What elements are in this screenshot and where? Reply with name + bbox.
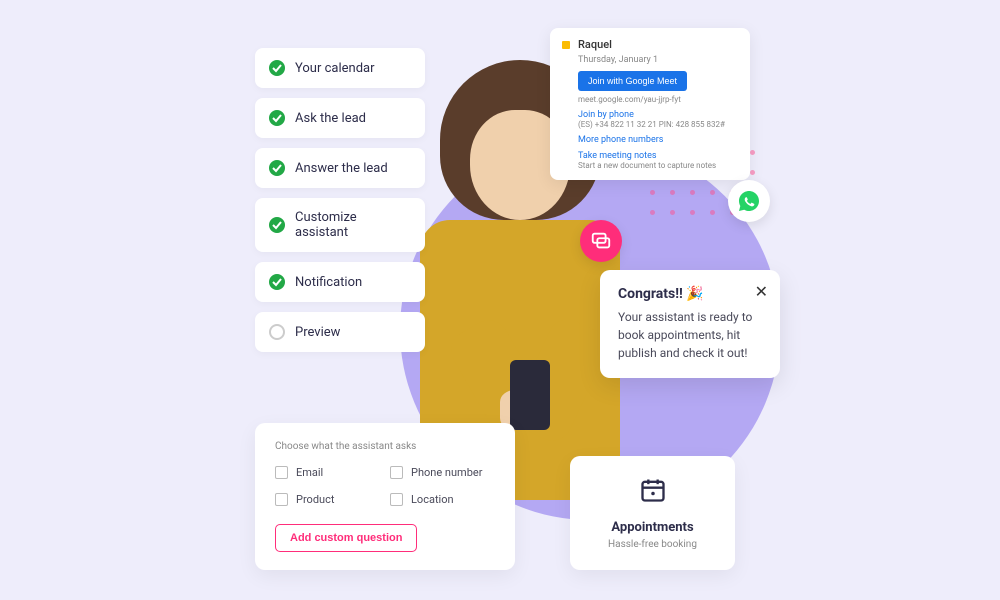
event-name: Raquel xyxy=(578,38,612,51)
congrats-card: ✕ Congrats!! 🎉 Your assistant is ready t… xyxy=(600,270,780,378)
chat-icon xyxy=(590,230,612,252)
check-icon xyxy=(269,217,285,233)
checkbox-icon xyxy=(275,466,288,479)
check-icon xyxy=(269,274,285,290)
checkbox-icon xyxy=(275,493,288,506)
form-title: Choose what the assistant asks xyxy=(275,441,495,452)
checkbox-location[interactable]: Location xyxy=(390,493,495,506)
checklist-item-calendar[interactable]: Your calendar xyxy=(255,48,425,88)
checkbox-phone[interactable]: Phone number xyxy=(390,466,495,479)
checklist-item-preview[interactable]: Preview xyxy=(255,312,425,352)
check-icon-empty xyxy=(269,324,285,340)
take-notes-link[interactable]: Take meeting notes xyxy=(578,151,738,161)
calendar-event-card: Raquel Thursday, January 1 Join with Goo… xyxy=(550,28,750,180)
checklist-item-answer[interactable]: Answer the lead xyxy=(255,148,425,188)
more-phones-link[interactable]: More phone numbers xyxy=(578,135,738,145)
event-date: Thursday, January 1 xyxy=(578,55,738,65)
appointments-card[interactable]: Appointments Hassle-free booking xyxy=(570,456,735,570)
checklist-label: Answer the lead xyxy=(295,161,388,176)
checkbox-icon xyxy=(390,466,403,479)
check-icon xyxy=(269,160,285,176)
calendar-color-icon xyxy=(562,41,570,49)
phone-number: (ES) +34 822 11 32 21 PIN: 428 855 832# xyxy=(578,120,738,129)
check-icon xyxy=(269,60,285,76)
check-icon xyxy=(269,110,285,126)
appointments-title: Appointments xyxy=(590,520,715,535)
appointments-subtitle: Hassle-free booking xyxy=(590,539,715,550)
checkbox-icon xyxy=(390,493,403,506)
checklist-label: Customize assistant xyxy=(295,210,411,240)
checkbox-email[interactable]: Email xyxy=(275,466,380,479)
whatsapp-icon xyxy=(737,189,761,213)
checklist-label: Preview xyxy=(295,325,340,340)
congrats-body: Your assistant is ready to book appointm… xyxy=(618,308,762,362)
congrats-title: Congrats!! 🎉 xyxy=(618,286,762,302)
checklist-label: Your calendar xyxy=(295,61,375,76)
join-meet-button[interactable]: Join with Google Meet xyxy=(578,71,687,91)
phone-illustration xyxy=(510,360,550,430)
join-phone-link[interactable]: Join by phone xyxy=(578,110,738,120)
calendar-icon xyxy=(639,476,667,504)
checklist-label: Notification xyxy=(295,275,362,290)
checkbox-label: Email xyxy=(296,466,323,479)
notes-sub: Start a new document to capture notes xyxy=(578,161,738,170)
checklist-label: Ask the lead xyxy=(295,111,366,126)
checkbox-label: Product xyxy=(296,493,334,506)
checkbox-product[interactable]: Product xyxy=(275,493,380,506)
close-icon[interactable]: ✕ xyxy=(755,282,768,301)
checklist-item-customize[interactable]: Customize assistant xyxy=(255,198,425,252)
checklist-item-ask[interactable]: Ask the lead xyxy=(255,98,425,138)
checkbox-label: Phone number xyxy=(411,466,482,479)
chat-bubble[interactable] xyxy=(580,220,622,262)
setup-checklist: Your calendar Ask the lead Answer the le… xyxy=(255,48,425,362)
meet-url: meet.google.com/yau-jjrp-fyt xyxy=(578,95,738,104)
whatsapp-bubble[interactable] xyxy=(728,180,770,222)
add-custom-question-button[interactable]: Add custom question xyxy=(275,524,417,552)
checklist-item-notification[interactable]: Notification xyxy=(255,262,425,302)
assistant-form-card: Choose what the assistant asks Email Pho… xyxy=(255,423,515,570)
checkbox-label: Location xyxy=(411,493,454,506)
